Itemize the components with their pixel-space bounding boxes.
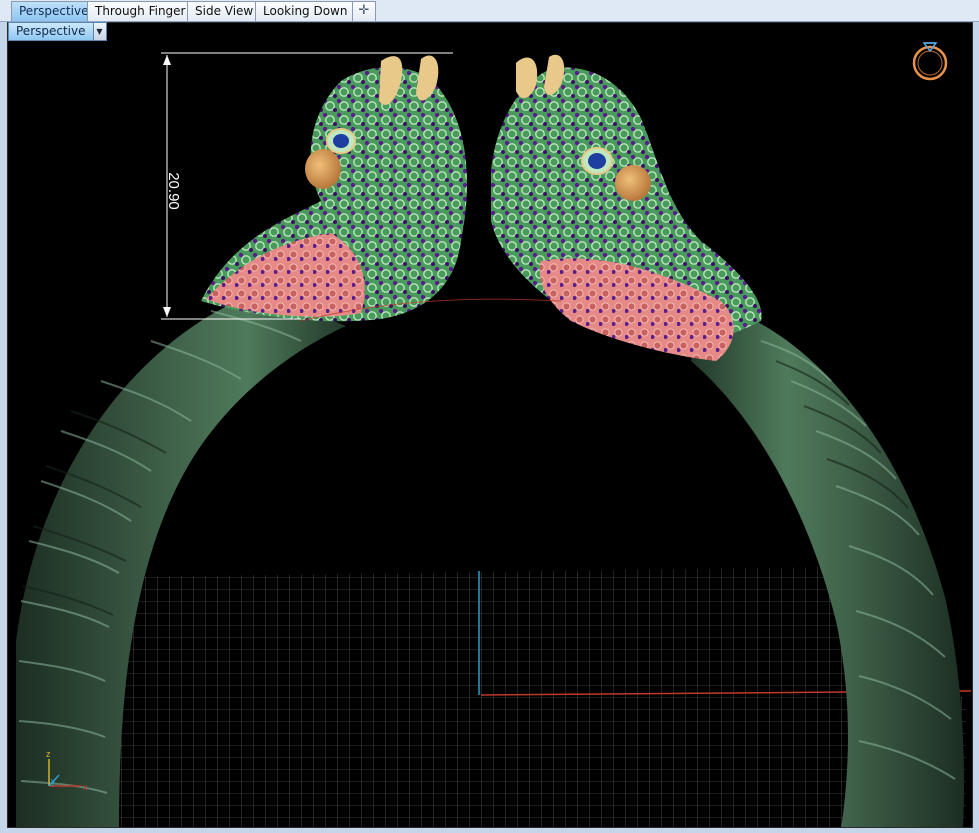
z-axis-label: z <box>46 749 51 759</box>
tab-side-view[interactable]: Side View <box>187 1 262 21</box>
scene-svg: 20.90 z x y <box>16 42 972 827</box>
plus-icon: ✛ <box>358 3 370 18</box>
view-selector[interactable]: Perspective ▼ <box>8 22 107 41</box>
3d-viewport[interactable]: 20.90 z x y <box>7 22 973 828</box>
tab-perspective[interactable]: Perspective <box>11 1 97 21</box>
tab-looking-down[interactable]: Looking Down <box>255 1 356 21</box>
parrot-right <box>491 54 762 361</box>
add-tab-button[interactable]: ✛ <box>352 1 376 21</box>
ring-navigation-icon[interactable] <box>912 42 948 81</box>
y-axis-label: y <box>51 776 56 786</box>
dimension-value: 20.90 <box>165 172 182 210</box>
viewport-tab-bar: Perspective Through Finger Side View Loo… <box>0 0 979 22</box>
x-axis-label: x <box>83 782 88 792</box>
triangle-down-icon[interactable]: ▼ <box>93 22 107 41</box>
tab-through-finger[interactable]: Through Finger <box>87 1 194 21</box>
view-selector-label[interactable]: Perspective <box>8 22 94 41</box>
parrot-left <box>201 55 467 322</box>
cad-application: Perspective Through Finger Side View Loo… <box>0 0 979 833</box>
